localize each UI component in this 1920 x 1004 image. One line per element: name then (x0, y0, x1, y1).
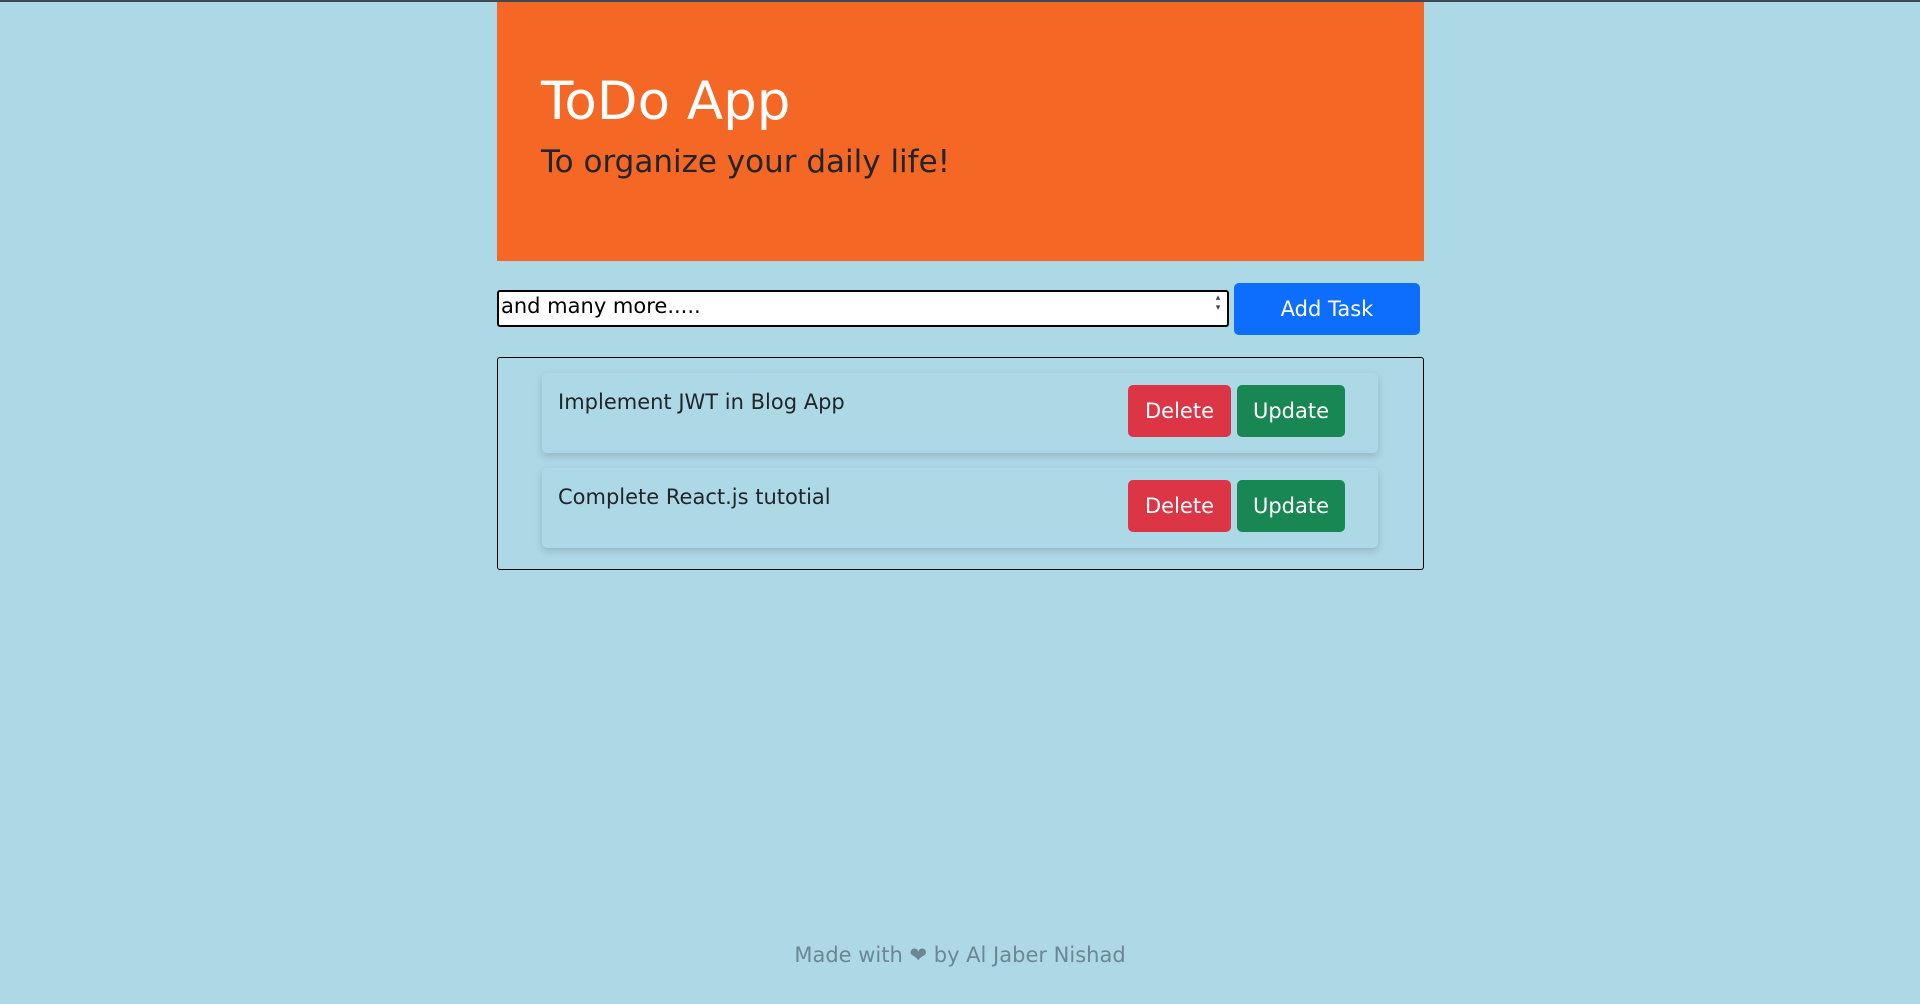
task-item: Implement JWT in Blog App Delete Update (542, 373, 1378, 453)
app-container: ToDo App To organize your daily life! ▴▾… (497, 2, 1424, 570)
add-task-button[interactable]: Add Task (1234, 283, 1420, 335)
footer-credit: Made with ❤ by Al Jaber Nishad (794, 943, 1126, 967)
page-title: ToDo App (541, 71, 791, 132)
task-item: Complete React.js tutotial Delete Update (542, 468, 1378, 548)
task-text: Implement JWT in Blog App (558, 390, 845, 414)
update-button[interactable]: Update (1237, 480, 1345, 532)
resize-handle-icon[interactable]: ▴ ▾ (1211, 293, 1225, 324)
update-button[interactable]: Update (1237, 385, 1345, 437)
page-subtitle: To organize your daily life! (541, 144, 951, 180)
add-task-row: ▴▾ Add Task (497, 283, 1424, 335)
task-input[interactable] (497, 290, 1229, 327)
delete-button[interactable]: Delete (1128, 480, 1231, 532)
task-text: Complete React.js tutotial (558, 485, 831, 509)
hero-banner: ToDo App To organize your daily life! (497, 2, 1424, 261)
task-list: Implement JWT in Blog App Delete Update … (497, 357, 1424, 570)
delete-button[interactable]: Delete (1128, 385, 1231, 437)
